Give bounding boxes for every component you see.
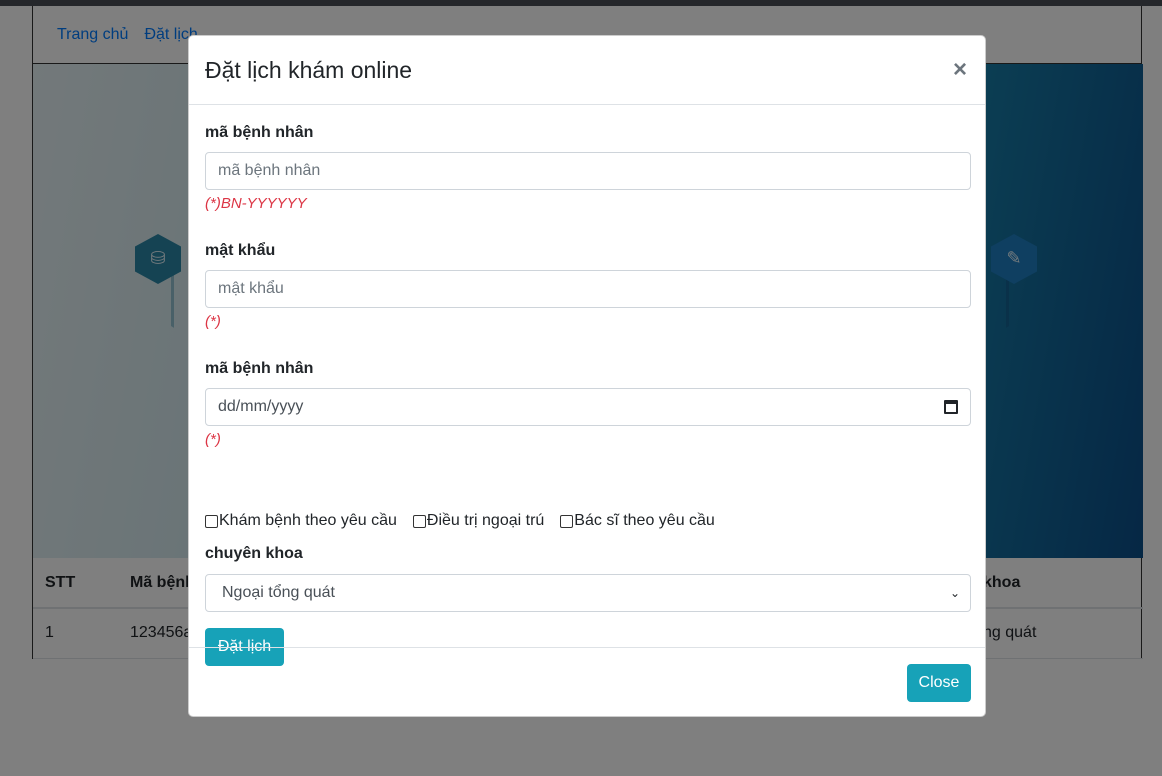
specialty-select[interactable]: Ngoại tổng quát ⌄	[205, 574, 971, 612]
booking-modal: Đặt lịch khám online × mã bệnh nhân (*)B…	[188, 35, 986, 717]
checkbox-doctor-on-demand[interactable]: Bác sĩ theo yêu cầu	[560, 512, 715, 530]
checkbox-label: Bác sĩ theo yêu cầu	[574, 512, 715, 529]
service-checkboxes: Khám bệnh theo yêu cầu Điều trị ngoại tr…	[205, 512, 731, 530]
checkbox-on-demand-exam[interactable]: Khám bệnh theo yêu cầu	[205, 512, 397, 530]
calendar-icon[interactable]	[944, 400, 958, 414]
modal-title: Đặt lịch khám online	[205, 56, 413, 83]
password-field[interactable]	[205, 270, 971, 308]
close-button[interactable]: Close	[907, 664, 971, 702]
modal-footer: Close	[189, 647, 985, 717]
date-label: mã bệnh nhân	[205, 360, 314, 377]
password-label: mật khẩu	[205, 242, 276, 259]
specialty-value: Ngoại tổng quát	[222, 584, 335, 601]
checkbox-box[interactable]	[412, 514, 426, 528]
patient-id-hint: (*)BN-YYYYYY	[205, 195, 307, 212]
date-hint: (*)	[205, 431, 221, 448]
patient-id-field[interactable]	[205, 152, 971, 190]
close-icon[interactable]: ×	[953, 58, 969, 82]
date-value: dd/mm/yyyy	[218, 398, 304, 415]
checkbox-outpatient[interactable]: Điều trị ngoại trú	[412, 512, 545, 530]
checkbox-box[interactable]	[205, 514, 218, 528]
password-input[interactable]	[218, 280, 958, 298]
password-hint: (*)	[205, 313, 221, 330]
checkbox-label: Điều trị ngoại trú	[426, 512, 545, 529]
checkbox-label: Khám bệnh theo yêu cầu	[219, 512, 397, 529]
date-input[interactable]: dd/mm/yyyy	[205, 388, 971, 426]
modal-header: Đặt lịch khám online ×	[189, 36, 985, 105]
chevron-down-icon: ⌄	[949, 586, 960, 600]
checkbox-box[interactable]	[560, 514, 574, 528]
patient-id-input[interactable]	[218, 162, 958, 180]
patient-id-label: mã bệnh nhân	[205, 124, 314, 141]
specialty-label: chuyên khoa	[205, 545, 303, 562]
